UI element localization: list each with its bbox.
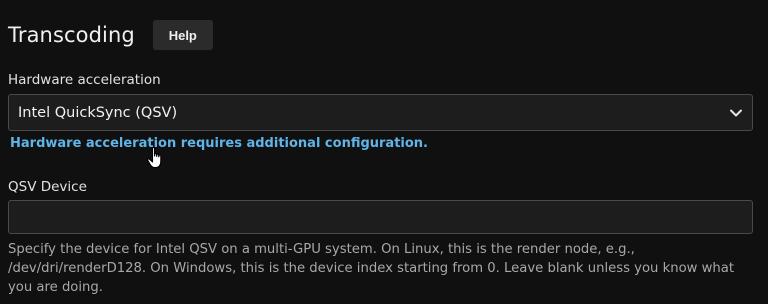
transcoding-settings-page: Transcoding Help Hardware acceleration I… <box>0 0 768 304</box>
hand-pointer-cursor-icon <box>147 146 162 169</box>
qsv-device-help-text: Specify the device for Intel QSV on a mu… <box>8 242 735 295</box>
help-button[interactable]: Help <box>152 20 213 50</box>
hardware-acceleration-select[interactable]: Intel QuickSync (QSV) <box>8 94 753 131</box>
section-header: Transcoding Help <box>8 18 213 52</box>
hardware-acceleration-label: Hardware acceleration <box>8 72 161 88</box>
chevron-down-icon <box>730 109 742 117</box>
page-title: Transcoding <box>8 23 135 47</box>
hardware-acceleration-config-link[interactable]: Hardware acceleration requires additiona… <box>10 136 428 151</box>
qsv-device-input[interactable] <box>8 200 753 234</box>
qsv-device-label: QSV Device <box>8 179 87 195</box>
hardware-acceleration-selected-value: Intel QuickSync (QSV) <box>18 104 178 121</box>
